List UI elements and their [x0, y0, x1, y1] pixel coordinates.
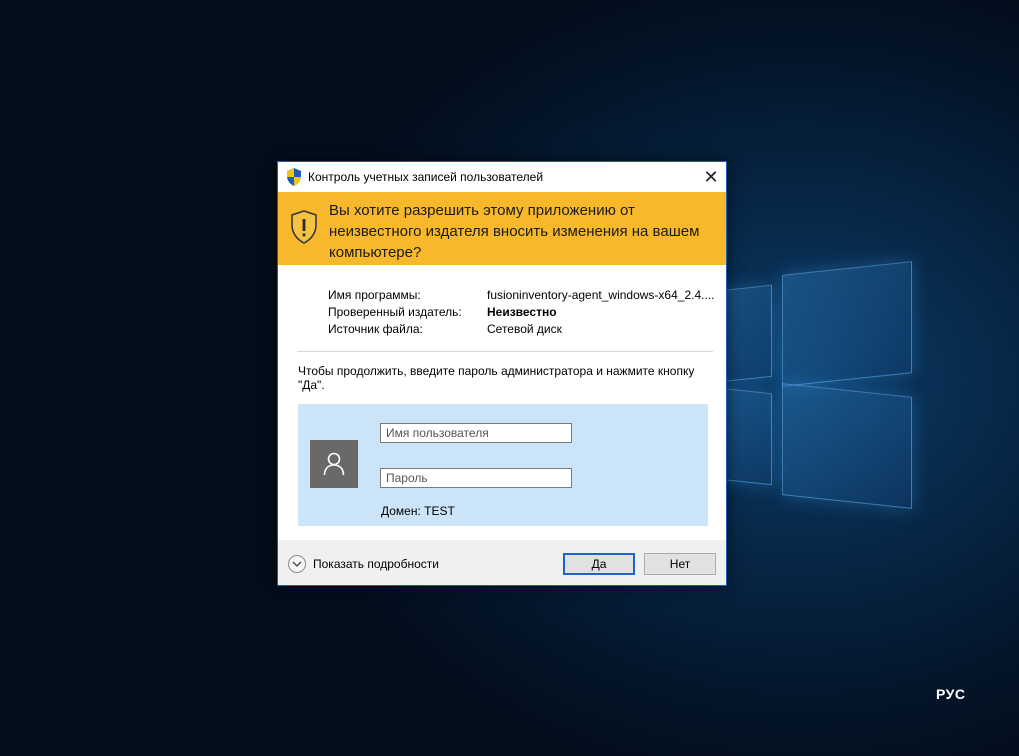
windows-logo-background: [700, 258, 920, 518]
uac-dialog: Контроль учетных записей пользователей ✕…: [277, 161, 727, 586]
dialog-footer: Показать подробности Да Нет: [278, 540, 726, 585]
program-info: Имя программы: fusioninventory-agent_win…: [328, 287, 714, 338]
username-input[interactable]: [380, 423, 572, 443]
shield-icon: [287, 168, 301, 186]
no-button[interactable]: Нет: [644, 553, 716, 575]
yes-button[interactable]: Да: [563, 553, 635, 575]
close-button[interactable]: ✕: [696, 162, 726, 192]
info-row-source: Источник файла: Сетевой диск: [328, 321, 714, 338]
dialog-title: Контроль учетных записей пользователей: [308, 170, 544, 184]
program-name-label: Имя программы:: [328, 288, 421, 302]
info-row-program: Имя программы: fusioninventory-agent_win…: [328, 287, 714, 304]
info-row-publisher: Проверенный издатель: Неизвестно: [328, 304, 714, 321]
warning-banner: Вы хотите разрешить этому приложению от …: [278, 192, 726, 265]
credentials-panel: Домен: TEST: [298, 404, 708, 526]
show-details-toggle[interactable]: Показать подробности: [288, 555, 439, 573]
publisher-value: Неизвестно: [487, 305, 557, 319]
user-icon: [323, 452, 345, 476]
input-language-indicator[interactable]: РУС: [936, 686, 965, 702]
file-source-label: Источник файла:: [328, 322, 423, 336]
file-source-value: Сетевой диск: [487, 322, 562, 336]
title-bar: Контроль учетных записей пользователей ✕: [278, 162, 726, 192]
password-input[interactable]: [380, 468, 572, 488]
program-name-value: fusioninventory-agent_windows-x64_2.4...…: [487, 288, 715, 302]
admin-prompt-text: Чтобы продолжить, введите пароль админис…: [298, 364, 695, 392]
shield-warning-icon: [291, 210, 317, 244]
user-avatar: [310, 440, 358, 488]
banner-question: Вы хотите разрешить этому приложению от …: [329, 202, 700, 261]
domain-label: Домен: TEST: [381, 504, 455, 518]
chevron-down-icon: [288, 555, 306, 573]
publisher-label: Проверенный издатель:: [328, 305, 462, 319]
close-icon: ✕: [703, 166, 719, 187]
divider: [297, 351, 713, 352]
show-details-label: Показать подробности: [313, 557, 439, 571]
